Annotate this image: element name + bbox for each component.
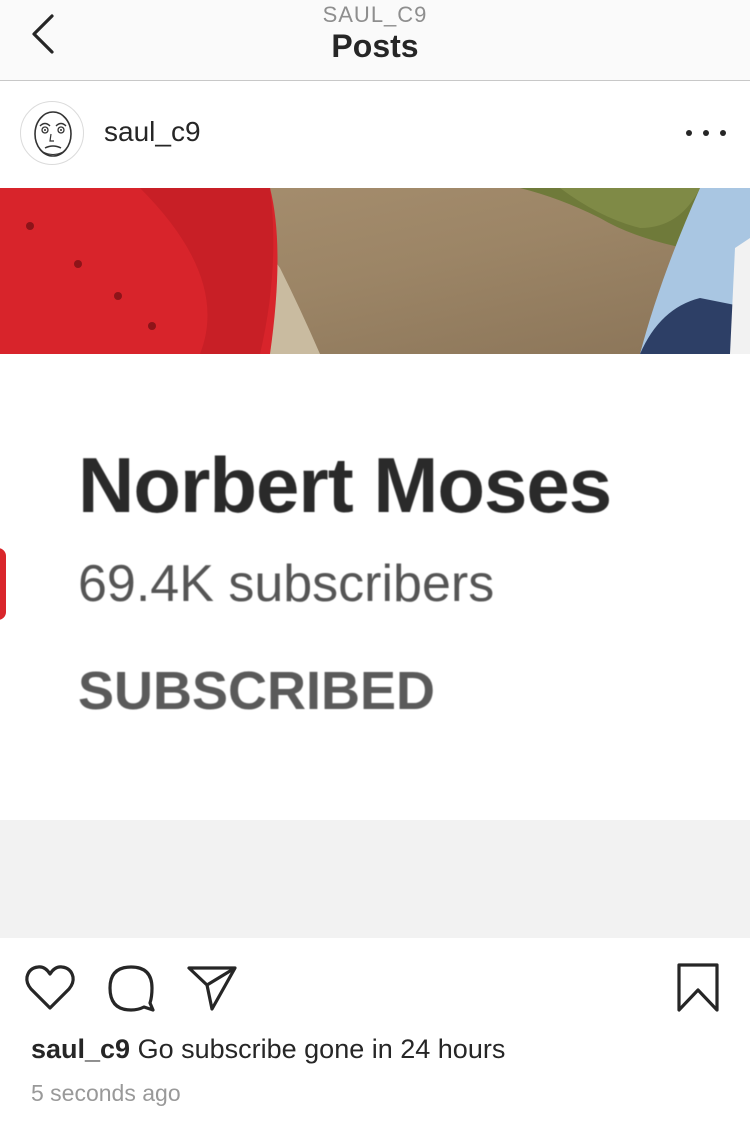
post-header: saul_c9 (0, 82, 750, 188)
more-dot (720, 130, 726, 136)
subscriber-count: 69.4K subscribers (78, 555, 495, 613)
post-username[interactable]: saul_c9 (104, 116, 201, 148)
bookmark-icon (677, 963, 719, 1012)
post-caption: saul_c9 Go subscribe gone in 24 hours (31, 1034, 505, 1065)
banner-photo (0, 188, 750, 354)
share-button[interactable] (184, 962, 240, 1014)
channel-name: Norbert Moses (78, 441, 612, 529)
action-bar (0, 938, 750, 1038)
post-timestamp: 5 seconds ago (31, 1080, 181, 1106)
more-horizontal-icon (686, 130, 692, 136)
paper-plane-icon (187, 966, 237, 1011)
caption-text: Go subscribe gone in 24 hours (137, 1034, 506, 1064)
like-button[interactable] (22, 962, 78, 1014)
more-options-button[interactable] (686, 118, 726, 148)
heart-icon (25, 965, 75, 1010)
photo-banner (0, 188, 750, 354)
header-username: SAUL_C9 (322, 2, 428, 27)
youtube-logo-edge (0, 548, 6, 620)
subscribed-status: SUBSCRIBED (78, 661, 436, 721)
comment-icon (108, 965, 155, 1012)
comment-button[interactable] (103, 962, 159, 1014)
save-button[interactable] (670, 962, 726, 1014)
avatar[interactable] (20, 101, 84, 165)
image-bottom-band (0, 820, 750, 938)
page-title: Posts (331, 28, 419, 64)
avatar-face-icon (34, 111, 72, 157)
top-nav-bar: SAUL_C9 Posts (0, 0, 750, 81)
more-dot (703, 130, 709, 136)
caption-username[interactable]: saul_c9 (31, 1034, 130, 1064)
post-image[interactable]: Norbert Moses 69.4K subscribers SUBSCRIB… (0, 188, 750, 938)
